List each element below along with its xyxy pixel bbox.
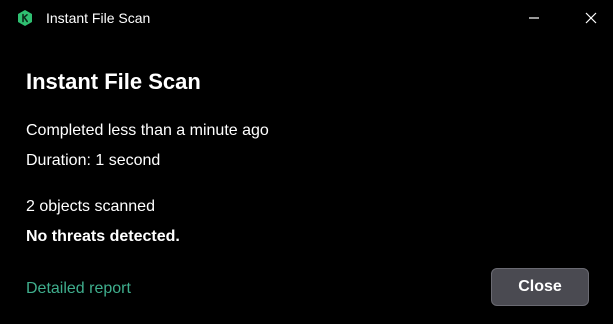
scan-result-text: No threats detected. xyxy=(26,228,180,245)
scan-result-window: Instant File Scan Instant File Scan Comp… xyxy=(0,0,613,324)
close-button[interactable]: Close xyxy=(491,268,589,306)
completed-time-text: Completed less than a minute ago xyxy=(26,122,269,139)
kaspersky-k-icon xyxy=(18,10,32,26)
title-bar: Instant File Scan xyxy=(0,0,613,36)
minimize-icon[interactable] xyxy=(522,6,546,30)
detailed-report-link[interactable]: Detailed report xyxy=(26,279,131,299)
close-icon[interactable] xyxy=(579,6,603,30)
duration-text: Duration: 1 second xyxy=(26,152,161,169)
window-title: Instant File Scan xyxy=(46,10,151,26)
page-title: Instant File Scan xyxy=(26,69,201,94)
objects-scanned-text: 2 objects scanned xyxy=(26,198,155,215)
